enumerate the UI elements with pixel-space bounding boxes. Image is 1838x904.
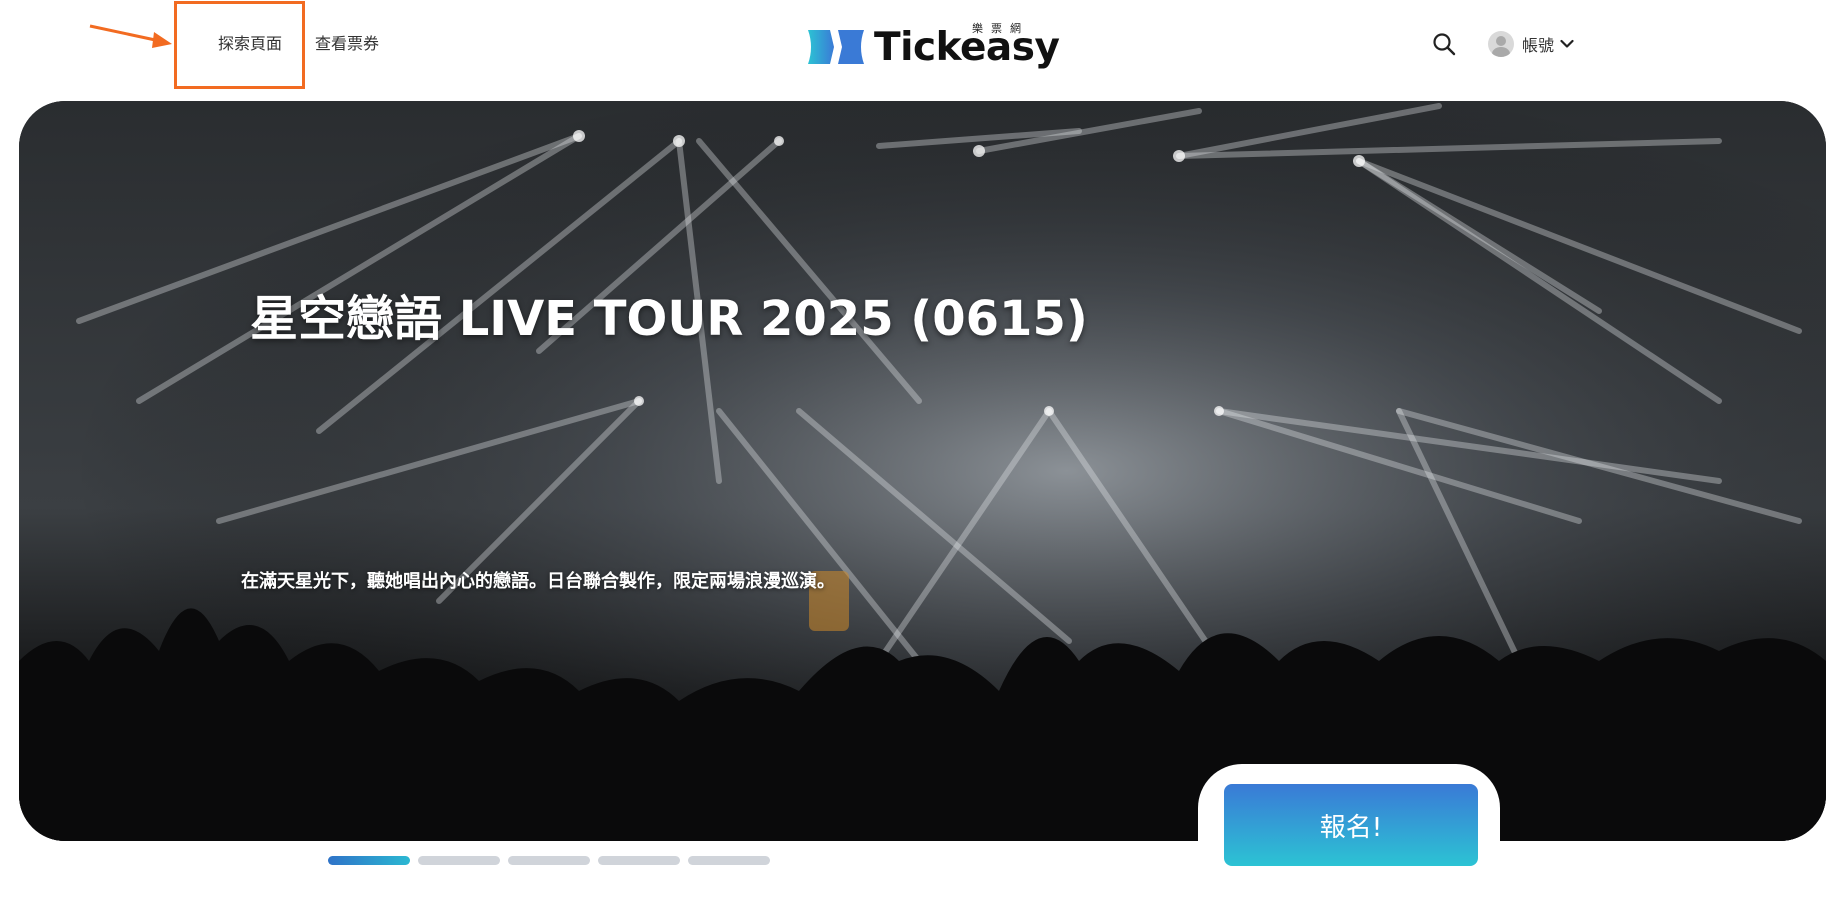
ticket-logo-icon xyxy=(808,30,864,64)
site-header: 探索頁面 查看票券 Tickeasy 樂票網 帳號 xyxy=(0,0,1838,98)
hero-description: 在滿天星光下，聽她唱出內心的戀語。日台聯合製作，限定兩場浪漫巡演。 xyxy=(241,571,835,592)
carousel-dot-4[interactable] xyxy=(598,856,680,865)
avatar-icon xyxy=(1488,31,1514,57)
account-label: 帳號 xyxy=(1522,36,1555,55)
site-logo[interactable]: Tickeasy 樂票網 xyxy=(808,22,1060,72)
hero-banner: 星空戀語 LIVE TOUR 2025 (0615) 在滿天星光下，聽她唱出內心… xyxy=(19,101,1826,841)
carousel-dot-1[interactable] xyxy=(328,856,410,865)
carousel-dot-2[interactable] xyxy=(418,856,500,865)
carousel-dot-3[interactable] xyxy=(508,856,590,865)
nav-tickets-link[interactable]: 查看票券 xyxy=(315,30,379,54)
logo-subtitle: 樂票網 xyxy=(972,22,1029,35)
account-menu[interactable]: 帳號 xyxy=(1488,29,1574,59)
carousel-indicators xyxy=(328,856,770,865)
search-icon[interactable] xyxy=(1432,32,1456,56)
concert-background-image xyxy=(19,101,1826,841)
chevron-down-icon xyxy=(1560,39,1574,48)
page: 探索頁面 查看票券 Tickeasy 樂票網 帳號 星空戀語 LIVE TOUR… xyxy=(0,0,1838,904)
carousel-dot-5[interactable] xyxy=(688,856,770,865)
hero-title: 星空戀語 LIVE TOUR 2025 (0615) xyxy=(250,291,1088,347)
nav-explore-link[interactable]: 探索頁面 xyxy=(218,30,282,54)
annotation-arrow-icon xyxy=(89,24,172,48)
logo-wordmark: Tickeasy xyxy=(874,25,1060,70)
register-button[interactable]: 報名! xyxy=(1224,784,1478,866)
